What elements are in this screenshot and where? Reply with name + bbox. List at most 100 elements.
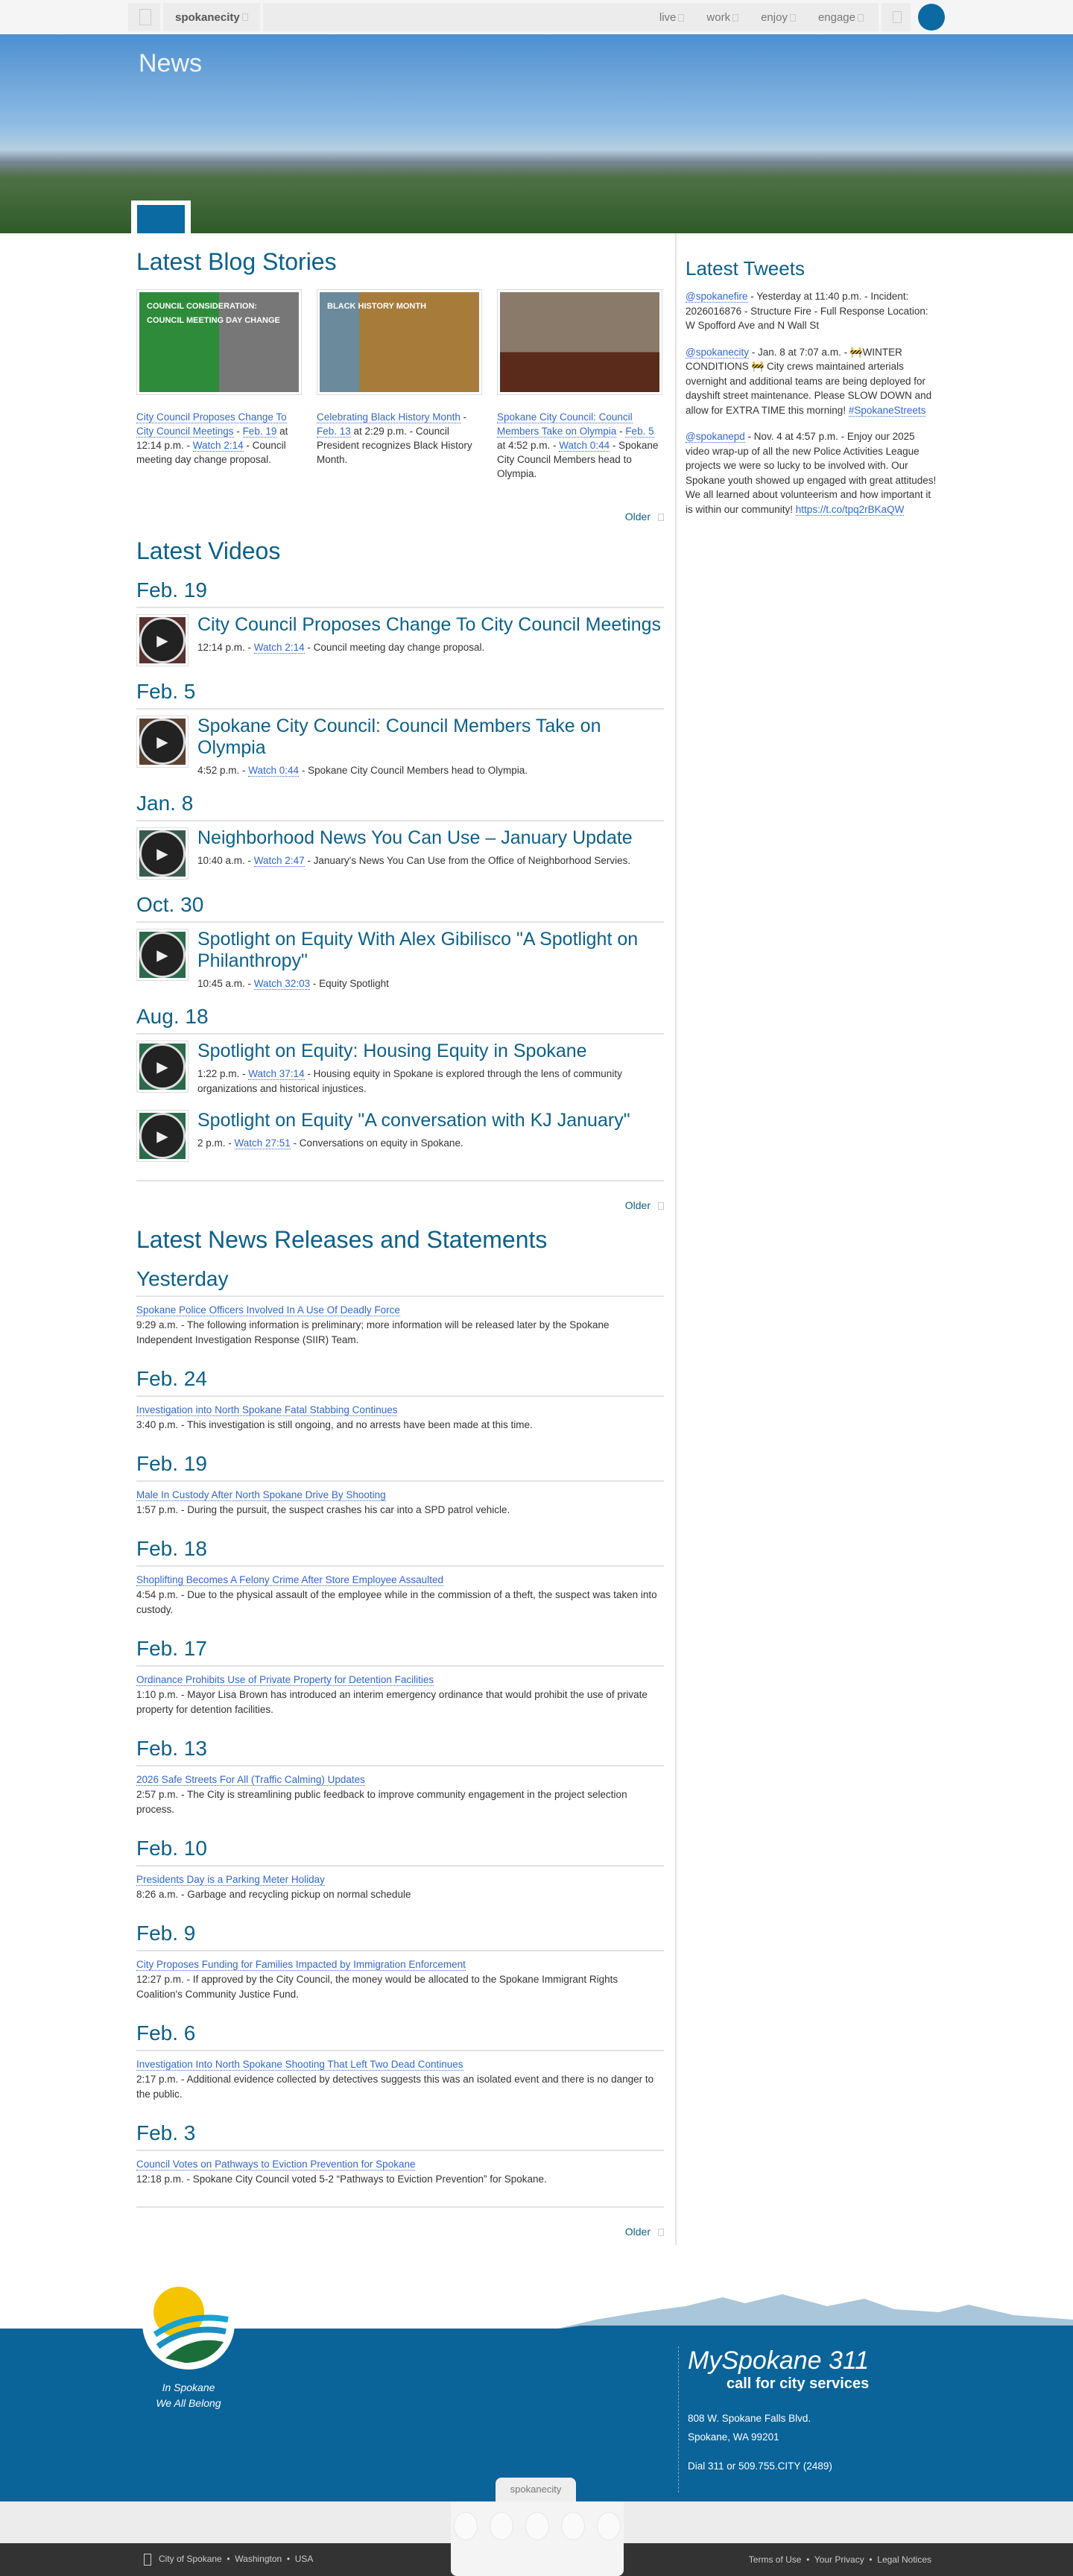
nav-enjoy[interactable]: enjoy bbox=[761, 11, 796, 24]
watch-link[interactable]: Watch 27:51 bbox=[234, 1137, 291, 1149]
search-button[interactable] bbox=[881, 3, 911, 31]
video-title[interactable]: Neighborhood News You Can Use – January … bbox=[197, 827, 633, 849]
nav-live[interactable]: live bbox=[659, 11, 685, 24]
news-title-link[interactable]: Shoplifting Becomes A Felony Crime After… bbox=[136, 1574, 443, 1586]
nav-label: engage bbox=[817, 10, 855, 24]
video-title[interactable]: Spokane City Council: Council Members Ta… bbox=[197, 716, 664, 759]
nav-label: enjoy bbox=[761, 10, 788, 24]
social-icon[interactable] bbox=[597, 2512, 621, 2540]
news-title-link[interactable]: Council Votes on Pathways to Eviction Pr… bbox=[136, 2159, 416, 2171]
news-date-heading: Feb. 18 bbox=[136, 1537, 664, 1567]
chevron-right-icon bbox=[658, 2229, 664, 2237]
watch-link[interactable]: Watch 2:47 bbox=[253, 855, 305, 867]
blog-date-link[interactable]: Feb. 19 bbox=[242, 426, 277, 438]
news-title-link[interactable]: Spokane Police Officers Involved In A Us… bbox=[136, 1304, 400, 1316]
video-thumbnail[interactable]: ▶ bbox=[136, 827, 189, 880]
home-link[interactable]: spokanecity bbox=[163, 3, 260, 31]
video-title[interactable]: Spotlight on Equity: Housing Equity in S… bbox=[197, 1041, 664, 1062]
view-toggle[interactable] bbox=[131, 201, 191, 233]
spokane-logo[interactable]: In Spokane We All Belong bbox=[136, 2275, 241, 2411]
tweet-link[interactable]: #SpokaneStreets bbox=[848, 404, 926, 417]
blog-title-link[interactable]: Spokane City Council: Council Members Ta… bbox=[497, 411, 633, 438]
video-thumbnail[interactable]: ▶ bbox=[136, 1041, 189, 1093]
footer-link[interactable]: City of Spokane bbox=[159, 2554, 222, 2564]
video-title[interactable]: City Council Proposes Change To City Cou… bbox=[197, 614, 661, 636]
footer-link[interactable]: USA bbox=[295, 2554, 314, 2564]
tweet-link[interactable]: https://t.co/tpq2rBKaQW bbox=[795, 503, 905, 516]
news-item: Spokane Police Officers Involved In A Us… bbox=[136, 1303, 664, 1348]
videos-older-link[interactable]: Older bbox=[136, 1199, 664, 1211]
play-icon: ▶ bbox=[139, 932, 186, 978]
news-title-link[interactable]: Investigation into North Spokane Fatal S… bbox=[136, 1404, 398, 1416]
blog-title-link[interactable]: Celebrating Black History Month bbox=[317, 411, 460, 423]
news-title-link[interactable]: 2026 Safe Streets For All (Traffic Calmi… bbox=[136, 1774, 365, 1786]
social-icon[interactable] bbox=[525, 2512, 549, 2540]
video-item: ▶ Spokane City Council: Council Members … bbox=[136, 716, 664, 778]
blog-image[interactable]: BLACK HISTORY MONTH bbox=[317, 289, 482, 395]
blog-date-link[interactable]: Feb. 13 bbox=[317, 426, 351, 438]
blog-older-link[interactable]: Older bbox=[136, 511, 664, 523]
nav-work[interactable]: work bbox=[706, 11, 739, 24]
phone-number: Dial 311 or 509.755.CITY (2489) bbox=[688, 2460, 832, 2472]
news-summary: 1:57 p.m. - During the pursuit, the susp… bbox=[136, 1504, 510, 1515]
video-date-heading: Jan. 8 bbox=[136, 792, 664, 821]
address-line1: 808 W. Spokane Falls Blvd. bbox=[688, 2413, 811, 2424]
brand-311-logo[interactable]: MySpokane 311 bbox=[688, 2346, 869, 2375]
social-icon[interactable] bbox=[490, 2512, 513, 2540]
news-title-link[interactable]: Male In Custody After North Spokane Driv… bbox=[136, 1489, 386, 1501]
video-thumbnail[interactable]: ▶ bbox=[136, 614, 189, 666]
menu-button[interactable] bbox=[128, 3, 160, 31]
video-time: 4:52 p.m. - bbox=[197, 765, 249, 776]
video-date-heading: Feb. 19 bbox=[136, 578, 664, 608]
account-button[interactable] bbox=[918, 4, 945, 31]
chevron-icon bbox=[789, 13, 796, 22]
watch-link[interactable]: Watch 2:14 bbox=[253, 642, 305, 654]
blog-image[interactable]: COUNCIL CONSIDERATION: COUNCIL MEETING D… bbox=[136, 289, 302, 395]
news-title-link[interactable]: Investigation Into North Spokane Shootin… bbox=[136, 2059, 463, 2071]
watch-link[interactable]: Watch 32:03 bbox=[253, 978, 311, 990]
blog-date-link[interactable]: Feb. 5 bbox=[625, 426, 654, 438]
watch-link[interactable]: Watch 0:44 bbox=[248, 765, 300, 777]
news-title-link[interactable]: City Proposes Funding for Families Impac… bbox=[136, 1959, 466, 1971]
news-summary: 12:27 p.m. - If approved by the City Cou… bbox=[136, 1974, 618, 2000]
news-title-link[interactable]: Ordinance Prohibits Use of Private Prope… bbox=[136, 1674, 434, 1686]
video-description: - Conversations on equity in Spokane. bbox=[290, 1137, 463, 1149]
video-description: - Council meeting day change proposal. bbox=[304, 642, 485, 653]
tweet-handle-link[interactable]: @spokanefire bbox=[686, 291, 748, 303]
play-icon: ▶ bbox=[139, 719, 186, 765]
tweet-handle-link[interactable]: @spokanecity bbox=[686, 346, 749, 359]
tweet-handle-link[interactable]: @spokanepd bbox=[686, 431, 745, 443]
footer-tab[interactable]: spokanecity bbox=[496, 2478, 576, 2501]
video-time: 12:14 p.m. - bbox=[197, 642, 254, 653]
video-title[interactable]: Spotlight on Equity "A conversation with… bbox=[197, 1110, 630, 1131]
play-icon: ▶ bbox=[139, 830, 186, 877]
watch-link[interactable]: Watch 0:44 bbox=[559, 440, 610, 452]
watch-link[interactable]: Watch 37:14 bbox=[248, 1068, 305, 1080]
news-summary: 9:29 a.m. - The following information is… bbox=[136, 1319, 610, 1345]
footer-link[interactable]: Legal Notices bbox=[877, 2554, 931, 2565]
footer-link[interactable]: Terms of Use bbox=[749, 2554, 802, 2565]
social-icon[interactable] bbox=[561, 2512, 585, 2540]
footer-link[interactable]: Your Privacy bbox=[814, 2554, 864, 2565]
social-icon[interactable] bbox=[454, 2512, 478, 2540]
footer-link[interactable]: Washington bbox=[235, 2554, 282, 2564]
blog-image-text bbox=[500, 292, 659, 392]
news-list: Yesterday Spokane Police Officers Involve… bbox=[136, 1267, 664, 2187]
video-thumbnail[interactable]: ▶ bbox=[136, 716, 189, 768]
video-title[interactable]: Spotlight on Equity With Alex Gibilisco … bbox=[197, 929, 664, 972]
blog-list: COUNCIL CONSIDERATION: COUNCIL MEETING D… bbox=[136, 289, 664, 481]
news-title-link[interactable]: Presidents Day is a Parking Meter Holida… bbox=[136, 1874, 325, 1886]
news-summary: 2:17 p.m. - Additional evidence collecte… bbox=[136, 2074, 654, 2100]
nav-engage[interactable]: engage bbox=[818, 11, 864, 24]
blog-image[interactable] bbox=[497, 289, 662, 395]
chevron-right-icon bbox=[658, 1202, 664, 1210]
chevron-right-icon bbox=[658, 514, 664, 522]
video-thumbnail[interactable]: ▶ bbox=[136, 1110, 189, 1162]
nav-links: live work enjoy engage bbox=[262, 3, 879, 31]
blog-story: BLACK HISTORY MONTH Celebrating Black His… bbox=[317, 289, 482, 481]
watch-link[interactable]: Watch 2:14 bbox=[192, 440, 244, 452]
video-description: - Spokane City Council Members head to O… bbox=[299, 765, 528, 776]
news-summary: 12:18 p.m. - Spokane City Council voted … bbox=[136, 2174, 547, 2185]
news-older-link[interactable]: Older bbox=[136, 2226, 664, 2238]
video-thumbnail[interactable]: ▶ bbox=[136, 929, 189, 981]
